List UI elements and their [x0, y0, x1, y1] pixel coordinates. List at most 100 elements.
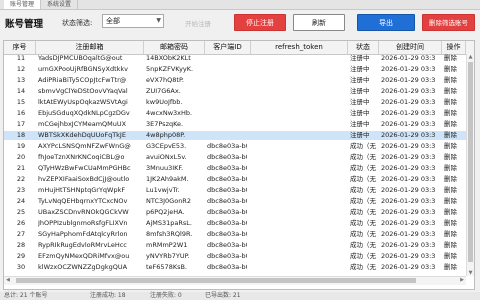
refresh-button[interactable]: 刷新	[293, 14, 345, 31]
row-delete-action[interactable]: 删除	[444, 98, 468, 107]
row-created-time: 2026-01-29 03:3	[381, 263, 436, 271]
horizontal-scrollbar[interactable]: ◀ ▶	[4, 276, 466, 285]
table-row[interactable]: 15 lktAtEWyUspOqkazWSVtAgi kw9UoJfbb. 注册中 20…	[4, 98, 474, 107]
row-refresh-token	[253, 109, 345, 118]
col-header-refresh-token[interactable]: refresh_token	[251, 41, 348, 54]
col-header-action[interactable]: 操作	[442, 41, 466, 54]
row-delete-action[interactable]: 删除	[444, 153, 468, 162]
row-password: 4wcxNw3xHb.	[146, 109, 193, 117]
row-email: QTyHWzBwFwCUaMmPGHBc	[38, 164, 131, 172]
vertical-scroll-thumb[interactable]	[468, 62, 473, 262]
row-created-time: 2026-01-29 03:3	[381, 65, 436, 73]
row-refresh-token	[253, 76, 345, 85]
row-delete-action[interactable]: 删除	[444, 109, 468, 118]
table-row[interactable]: 18 WBTSkXKdehDqUUoFqTkJE 4w8php08P. 注册中 2026…	[4, 131, 474, 140]
row-number: 26	[16, 219, 26, 227]
row-refresh-token	[253, 241, 345, 250]
col-header-client-id[interactable]: 客户端ID	[205, 41, 251, 54]
status-failed: 注册失败: 0	[150, 292, 182, 299]
row-delete-action[interactable]: 删除	[444, 175, 468, 184]
row-delete-action[interactable]: 删除	[444, 87, 468, 96]
row-delete-action[interactable]: 删除	[444, 186, 468, 195]
row-email: JhOPPIzublgnmoRsfgFLIXVn	[38, 219, 128, 227]
row-delete-action[interactable]: 删除	[444, 142, 468, 151]
row-refresh-token	[253, 54, 345, 63]
col-header-no[interactable]: 序号	[4, 41, 36, 54]
row-delete-action[interactable]: 删除	[444, 263, 468, 272]
row-refresh-token	[253, 175, 345, 184]
scroll-down-icon[interactable]: ▼	[467, 270, 474, 276]
status-exported: 已导出数: 21	[205, 292, 241, 299]
col-header-email[interactable]: 注册邮箱	[36, 41, 144, 54]
scroll-left-icon[interactable]: ◀	[6, 277, 10, 283]
table-row[interactable]: 28 RypRIkRugEdvloRMrvLeHcc mRMmP2W1 dbc8e03…	[4, 241, 474, 250]
table-row[interactable]: 30 klWzxOCZWNZZgDgkgQUA teF6578KsB. dbc8e03…	[4, 263, 474, 272]
row-number: 14	[16, 87, 26, 95]
start-register-button[interactable]: 开始注册	[185, 18, 211, 28]
horizontal-scroll-thumb[interactable]	[16, 278, 416, 283]
table-row[interactable]: 27 SGyHaPphomFdAtqlcyRrlon 8mfsh3RQl9R. dbc…	[4, 230, 474, 239]
row-client-id: dbc8e03a-b00c-46	[207, 142, 247, 150]
table-row[interactable]: 20 fhJoeTznXNrKNCoqiCBL@o avuiONxL5v. dbc8e…	[4, 153, 474, 162]
row-number: 13	[16, 76, 26, 84]
col-header-created-time[interactable]: 创建时间	[379, 41, 442, 54]
scroll-right-icon[interactable]: ▶	[460, 277, 464, 283]
delete-filtered-button[interactable]: 删除筛选账号	[422, 14, 475, 31]
row-number: 28	[16, 241, 26, 249]
table-row[interactable]: 26 JhOPPIzublgnmoRsfgFLIXVn AjMS31paRsL. db…	[4, 219, 474, 228]
status-filter-select[interactable]: 全部 ▼	[102, 14, 164, 28]
row-delete-action[interactable]: 删除	[444, 131, 468, 140]
row-delete-action[interactable]: 删除	[444, 230, 468, 239]
row-password: 3E7PszqKe.	[146, 120, 184, 128]
row-delete-action[interactable]: 删除	[444, 120, 468, 129]
row-created-time: 2026-01-29 03:3	[381, 153, 436, 161]
row-delete-action[interactable]: 删除	[444, 197, 468, 206]
table-row[interactable]: 22 hvZEPXIFaaiSoxBdCjJ@outlo 1JK2Ah9akM. db…	[4, 175, 474, 184]
row-created-time: 2026-01-29 03:3	[381, 164, 436, 172]
table-row[interactable]: 12 urnGXPooUjRfBGNSyXdtkkv 5npKZFVKyyK. 注册中…	[4, 65, 474, 74]
table-row[interactable]: 14 sbmvVgClYeDStOovVYaqVal ZUI7G6Ax. 注册中 202…	[4, 87, 474, 96]
table-row[interactable]: 21 QTyHWzBwFwCUaMmPGHBc 3Mnuu3IKF. dbc8e03a…	[4, 164, 474, 173]
stop-register-button[interactable]: 停止注册	[234, 14, 286, 31]
row-password: 1JK2Ah9akM.	[146, 175, 189, 183]
row-delete-action[interactable]: 删除	[444, 164, 468, 173]
row-delete-action[interactable]: 删除	[444, 241, 468, 250]
table-row[interactable]: 19 AXYPcLSNSQmNFZwFWnG@ G3CEpvE53. dbc8e03a…	[4, 142, 474, 151]
row-client-id: dbc8e03a-b00c-46	[207, 252, 247, 260]
row-client-id: dbc8e03a-b00c-46	[207, 153, 247, 161]
row-client-id	[207, 76, 247, 85]
table-row[interactable]: 29 EFzmQyNMexQDRiMfvx@ou yNVYRb7YUP. dbc8e0…	[4, 252, 474, 261]
row-delete-action[interactable]: 删除	[444, 219, 468, 228]
row-status: 注册中	[350, 131, 370, 139]
row-created-time: 2026-01-29 03:3	[381, 197, 436, 205]
row-client-id: dbc8e03a-b00c-46	[207, 186, 247, 194]
table-row[interactable]: 24 TyLvNqQEHbqrnxYTCxcNOv NTC3J0GonR2 dbc8e…	[4, 197, 474, 206]
export-button[interactable]: 导出	[357, 14, 415, 31]
col-header-password[interactable]: 邮箱密码	[144, 41, 205, 54]
row-client-id: dbc8e03a-b00c-46	[207, 241, 247, 249]
row-delete-action[interactable]: 删除	[444, 65, 468, 74]
table-row[interactable]: 11 YadsDJPMCUBOqaltG@out 14BXObK2KLt 注册中 202…	[4, 54, 474, 63]
table-row[interactable]: 23 mHujHtTSHNptqGrYqWpkF Lu1vwjvTr. dbc8e03…	[4, 186, 474, 195]
row-email: fhJoeTznXNrKNCoqiCBL@o	[38, 153, 125, 161]
row-status: 注册中	[350, 109, 370, 117]
tab-account-management[interactable]: 账号管理	[4, 0, 41, 9]
table-row[interactable]: 13 AdiPRiaBiTy5COpJtcFwTtr@ eVX7hQ8tP. 注册中 2…	[4, 76, 474, 85]
row-created-time: 2026-01-29 03:3	[381, 241, 436, 249]
row-status: 成功（无	[350, 230, 376, 238]
table-row[interactable]: 16 EbjuSGduqXQdkNLpCgzDGv 4wcxNw3xHb. 注册中 20…	[4, 109, 474, 118]
row-delete-action[interactable]: 删除	[444, 54, 468, 63]
row-email: lktAtEWyUspOqkazWSVtAgi	[38, 98, 128, 106]
row-delete-action[interactable]: 删除	[444, 208, 468, 217]
status-bar: 总计: 21 个账号 注册成功: 18 注册失败: 0 已导出数: 21	[0, 292, 480, 300]
col-header-status[interactable]: 状态	[348, 41, 379, 54]
row-client-id	[207, 131, 247, 140]
tab-system-settings[interactable]: 系统设置	[41, 0, 78, 9]
row-delete-action[interactable]: 删除	[444, 76, 468, 85]
vertical-scrollbar[interactable]: ▲ ▼	[466, 54, 474, 276]
table-row[interactable]: 17 mCGejhbxJCYMeamQMuUX 3E7PszqKe. 注册中 2026-…	[4, 120, 474, 129]
row-client-id: dbc8e03a-b00c-46	[207, 164, 247, 172]
scroll-up-icon[interactable]: ▲	[467, 54, 474, 60]
table-row[interactable]: 25 UBaxZSCDnvRNOkQGCkVW p6PQ2jeHA. dbc8e03a…	[4, 208, 474, 217]
row-delete-action[interactable]: 删除	[444, 252, 468, 261]
